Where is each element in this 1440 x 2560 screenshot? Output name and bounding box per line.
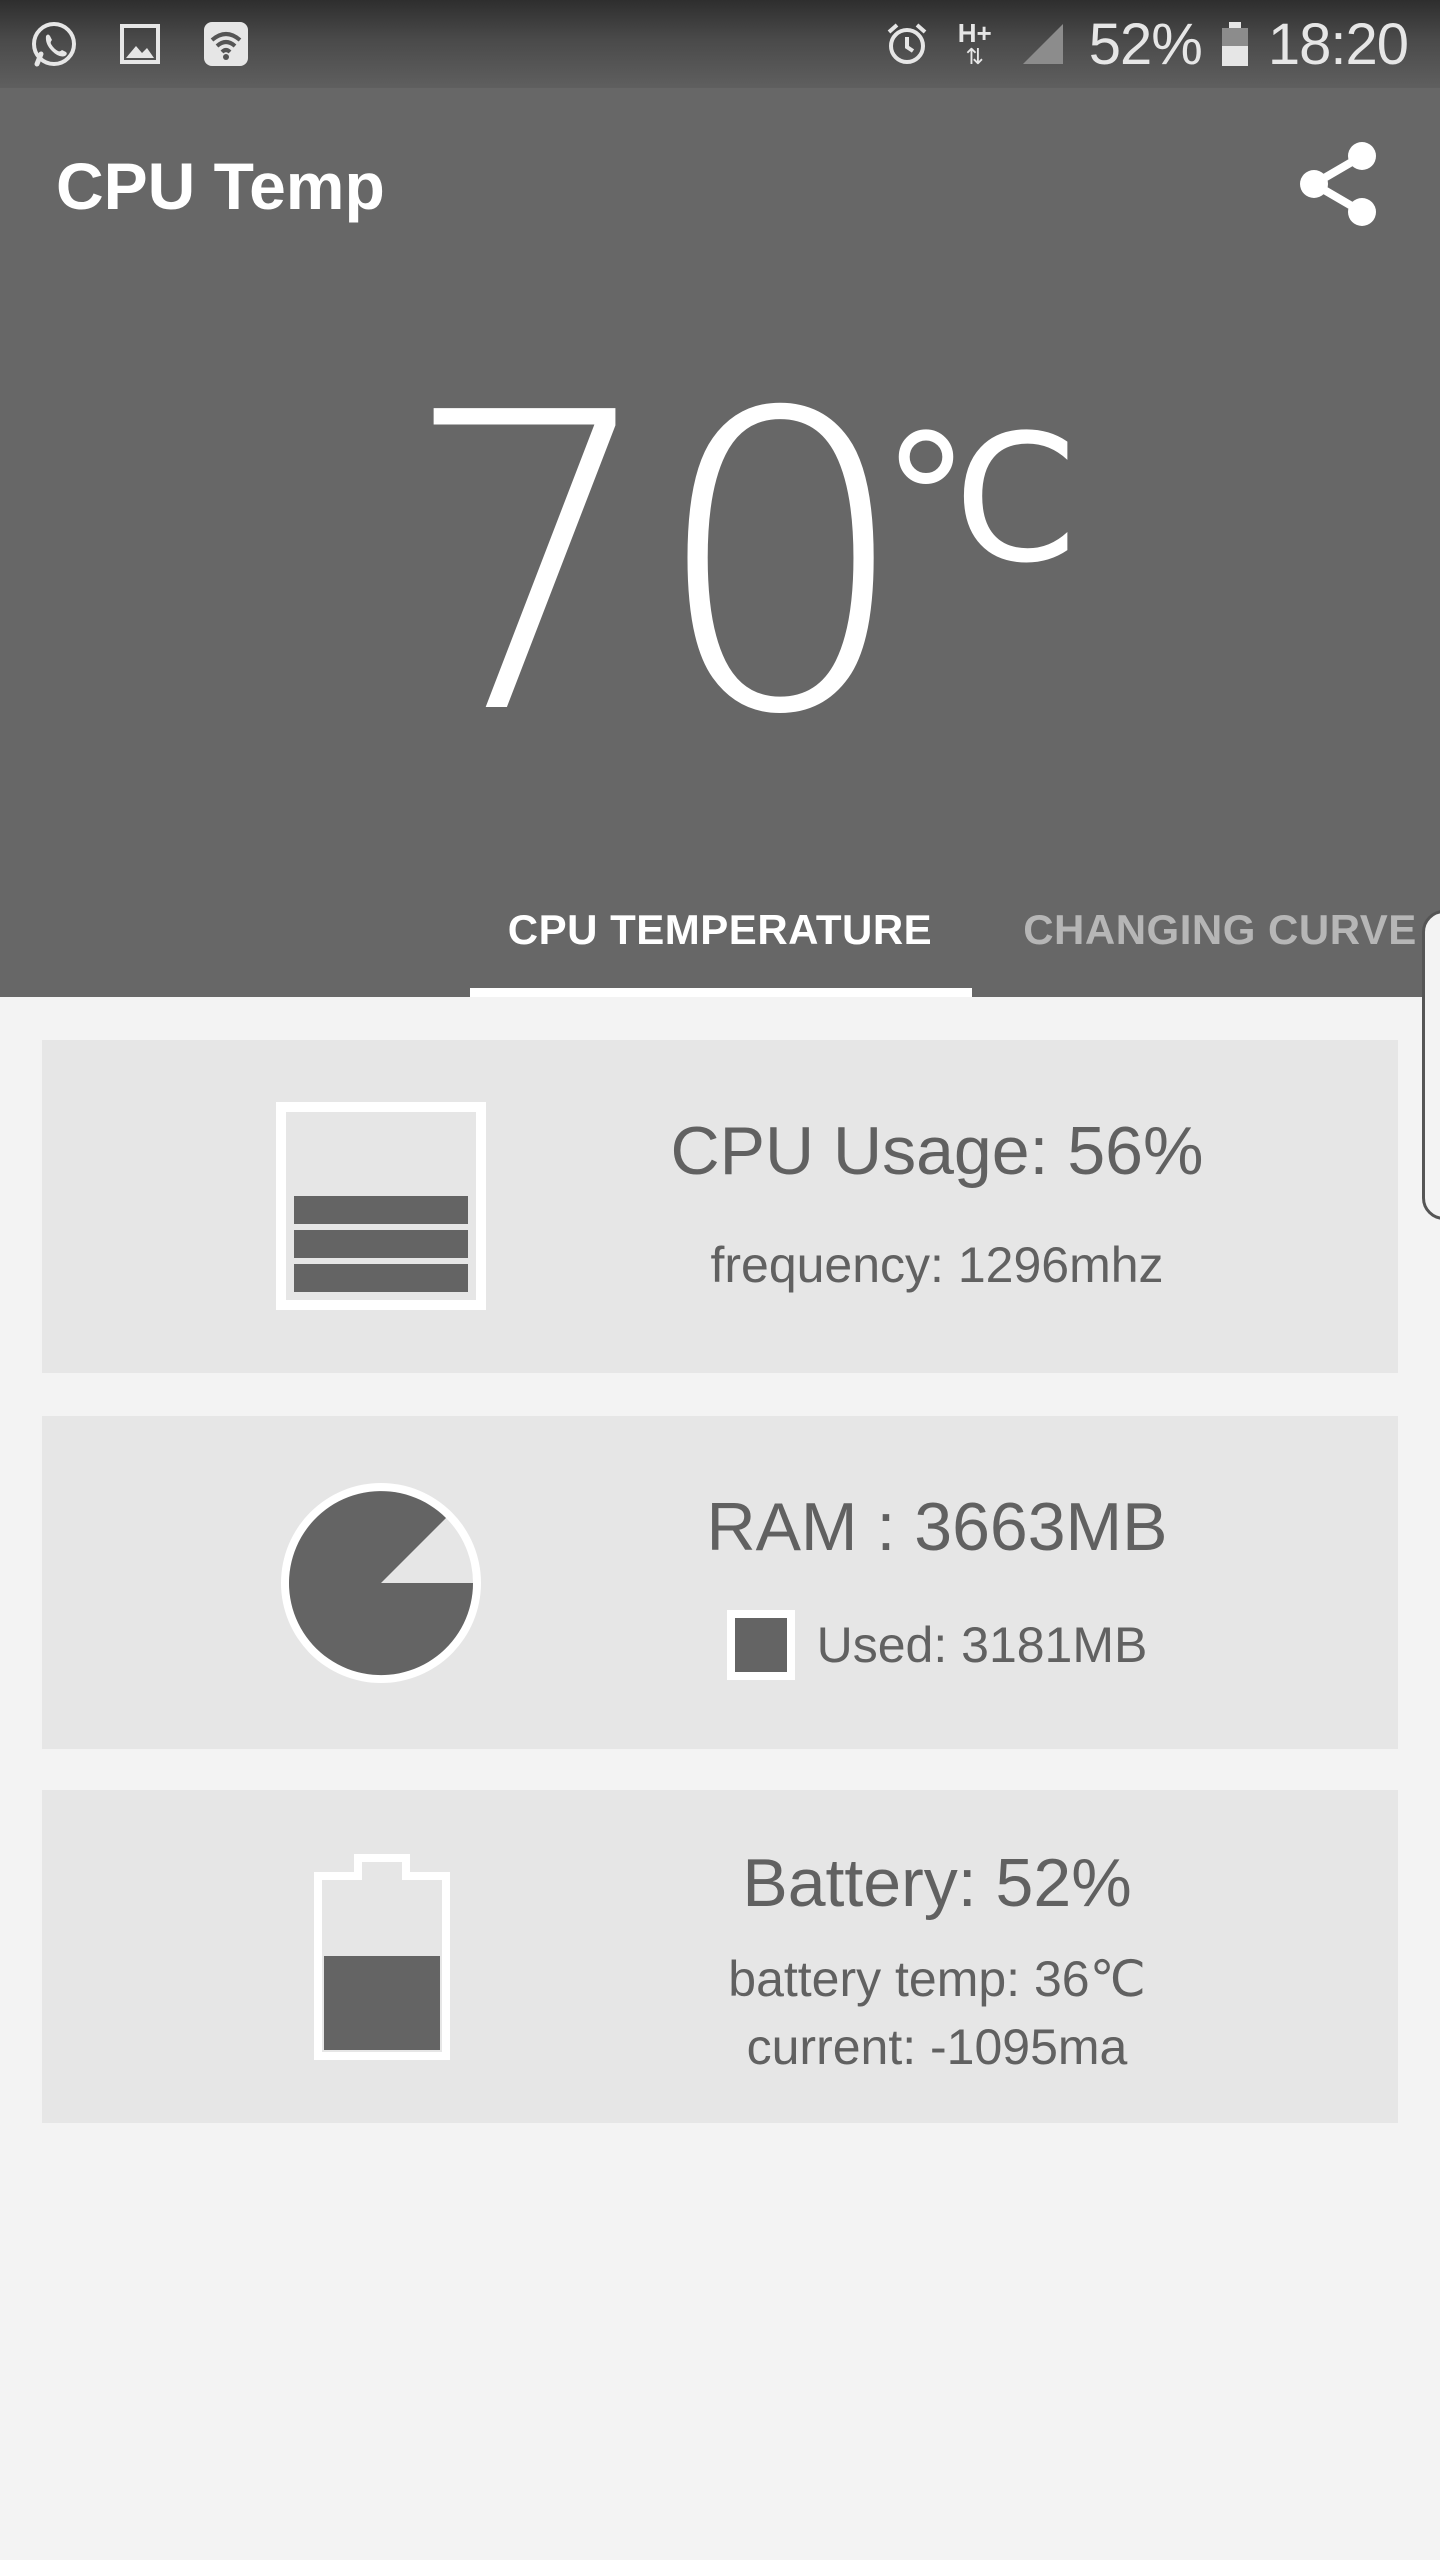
battery-icon	[1220, 18, 1250, 70]
alarm-icon	[879, 18, 935, 70]
cpu-usage-card[interactable]: CPU Usage: 56% frequency: 1296mhz	[42, 1040, 1398, 1373]
cpu-frequency: frequency: 1296mhz	[710, 1237, 1164, 1293]
edge-panel-handle[interactable]	[1422, 910, 1440, 1220]
battery-percent: 52%	[1088, 11, 1203, 77]
clock: 18:20	[1267, 11, 1409, 77]
battery-temp: battery temp: 36℃	[728, 1951, 1146, 2007]
temperature-value: 70	[400, 326, 912, 804]
status-bar-notifications	[26, 18, 254, 70]
cpu-usage-icon	[276, 1102, 486, 1310]
ram-total: RAM : 3663MB	[706, 1489, 1168, 1565]
app-title: CPU Temp	[56, 149, 385, 223]
battery-level-icon	[310, 1852, 454, 2062]
signal-icon	[1015, 18, 1071, 70]
battery-current: current: -1095ma	[746, 2019, 1128, 2075]
status-bar: H+ ⇅ 52% 18:20	[0, 0, 1440, 88]
tab-changing-curve[interactable]: CHANGING CURVE	[1000, 890, 1440, 970]
temperature-display: 70 ℃	[400, 360, 1100, 780]
battery-card[interactable]: Battery: 52% battery temp: 36℃ current: …	[42, 1790, 1398, 2123]
wifi-icon	[198, 18, 254, 70]
status-bar-system: H+ ⇅ 52% 18:20	[879, 11, 1409, 77]
ram-pie-icon	[276, 1478, 486, 1688]
ram-used-swatch	[726, 1610, 795, 1680]
tab-cpu-temperature[interactable]: CPU TEMPERATURE	[470, 890, 970, 970]
hplus-data-icon: H+ ⇅	[957, 18, 992, 69]
ram-used-label: Used: 3181MB	[816, 1617, 1148, 1673]
tab-indicator	[470, 988, 972, 997]
cpu-usage-title: CPU Usage: 56%	[670, 1113, 1204, 1189]
tab-bar: CPU TEMPERATURE CHANGING CURVE	[0, 880, 1440, 997]
ram-used-legend: Used: 3181MB	[562, 1610, 1312, 1680]
ram-card[interactable]: RAM : 3663MB Used: 3181MB	[42, 1416, 1398, 1749]
header: H+ ⇅ 52% 18:20 CPU Temp 70 ℃ CPU TEMPERA…	[0, 0, 1440, 997]
gallery-icon	[112, 18, 168, 70]
share-icon	[1300, 142, 1376, 226]
temperature-unit: ℃	[882, 397, 1080, 602]
network-type-label: H+	[957, 18, 992, 48]
whatsapp-icon	[26, 18, 82, 70]
share-button[interactable]	[1290, 134, 1386, 234]
battery-title: Battery: 52%	[742, 1845, 1132, 1921]
